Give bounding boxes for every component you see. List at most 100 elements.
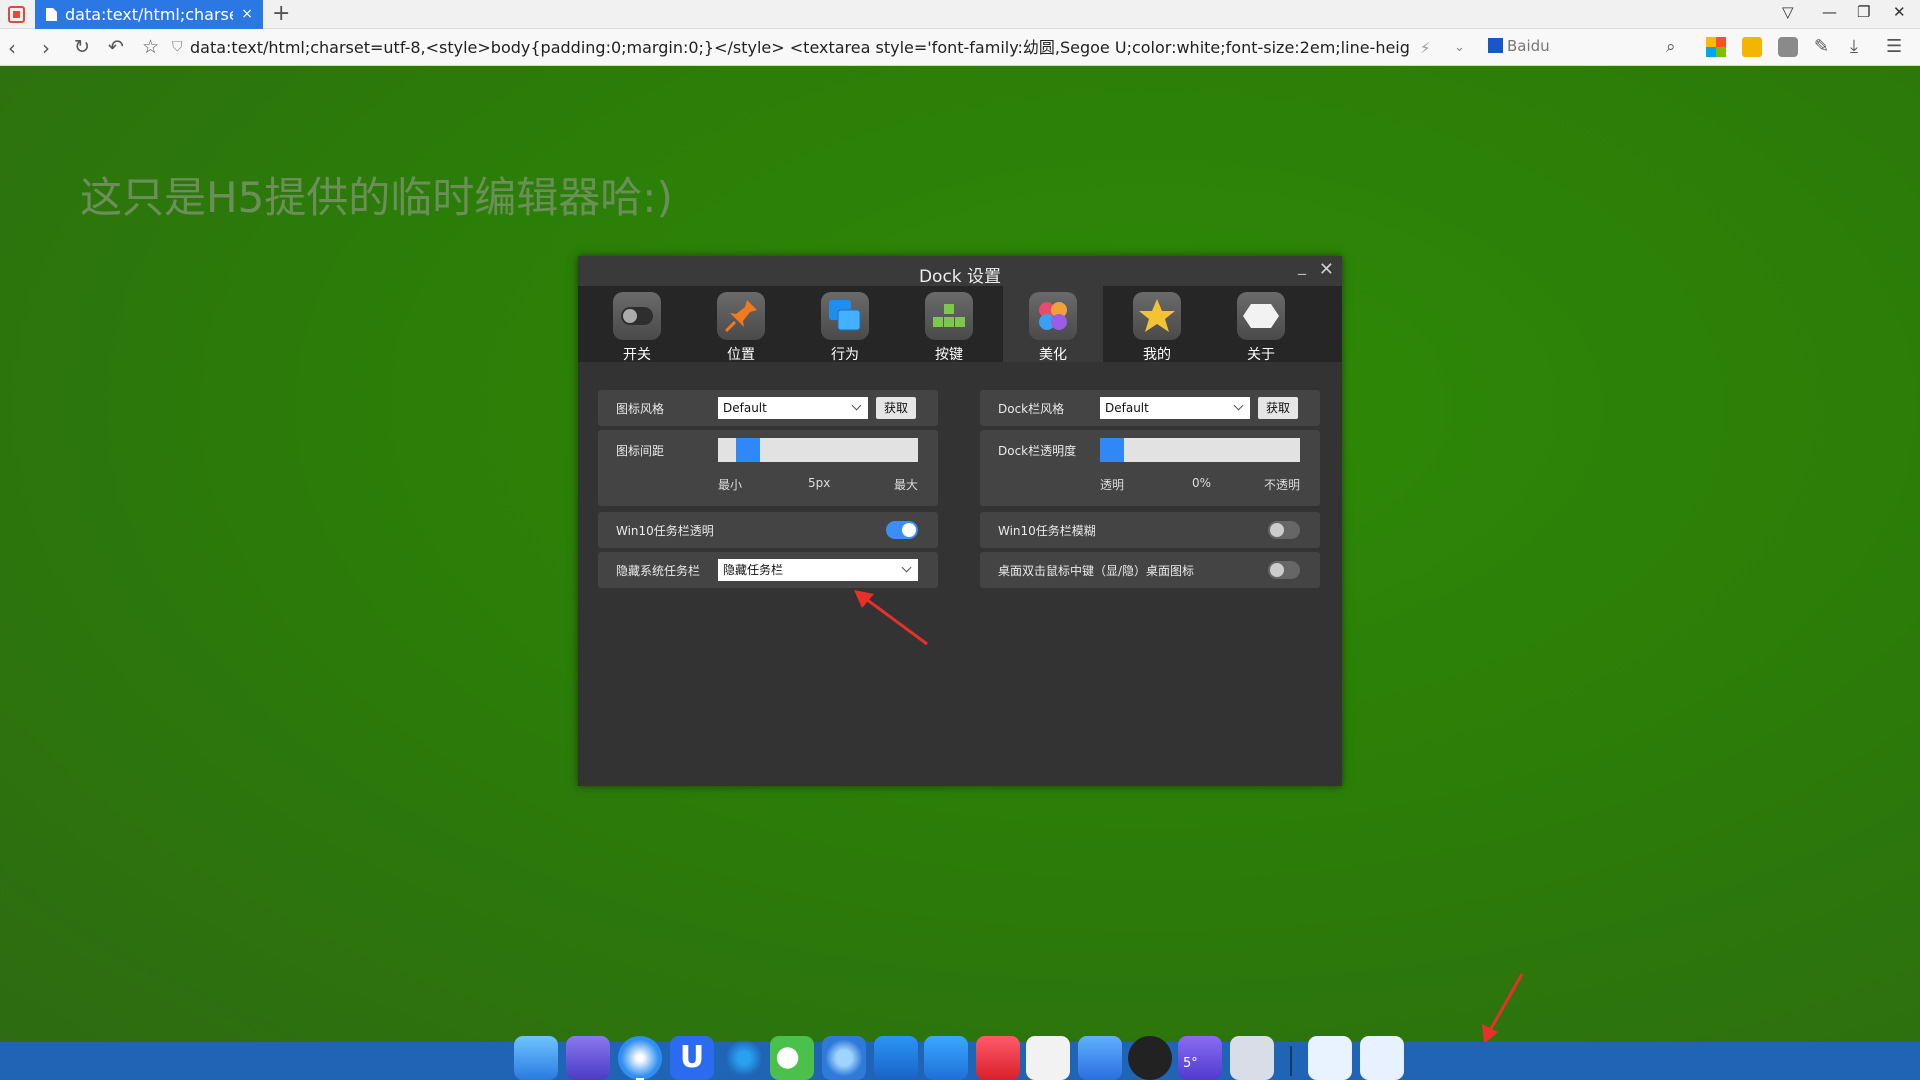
minimize-button[interactable]: _ xyxy=(1298,256,1306,275)
clock-icon[interactable] xyxy=(1128,1036,1172,1080)
tab-mine[interactable]: 我的 xyxy=(1107,286,1207,363)
appstore-icon[interactable] xyxy=(1078,1036,1122,1080)
dock-opacity-slider[interactable] xyxy=(1100,438,1300,462)
shield-icon: ⛉ xyxy=(172,39,183,55)
mail-icon[interactable] xyxy=(874,1036,918,1080)
new-tab-button[interactable]: + xyxy=(272,2,290,26)
shirt-icon[interactable]: ▽ xyxy=(1782,3,1794,21)
search-icon[interactable] xyxy=(924,1036,968,1080)
bookmark-star-icon[interactable]: ☆ xyxy=(142,36,159,58)
sidebar-icon[interactable] xyxy=(1778,37,1798,57)
menu-icon[interactable]: ☰ xyxy=(1886,36,1902,57)
chevron-down-icon xyxy=(851,400,862,411)
win10-blur-toggle[interactable] xyxy=(1268,521,1300,539)
nav-icon[interactable] xyxy=(566,1036,610,1080)
tab-close-button[interactable]: × xyxy=(241,0,253,29)
u-icon[interactable]: U xyxy=(670,1036,714,1080)
search-engine[interactable]: Baidu xyxy=(1488,37,1550,55)
recycle-icon[interactable] xyxy=(1360,1036,1404,1080)
icon-style-row: 图标风格 Default 获取 xyxy=(598,390,938,426)
finder-icon[interactable] xyxy=(514,1036,558,1080)
slider-min-label: 透明 xyxy=(1100,478,1125,492)
toggle-knob xyxy=(1270,523,1284,537)
minimize-icon[interactable]: — xyxy=(1822,3,1837,21)
icon-spacing-label: 图标间距 xyxy=(616,444,665,458)
weather-temp: 5° xyxy=(1183,1056,1198,1071)
download-icon[interactable]: ⤓ xyxy=(1850,36,1858,57)
dock-opacity-row: Dock栏透明度 透明 0% 不透明 xyxy=(980,430,1320,506)
win10-blur-row: Win10任务栏模糊 xyxy=(980,512,1320,548)
notes-icon[interactable] xyxy=(1742,37,1762,57)
close-button[interactable]: ✕ xyxy=(1319,259,1334,280)
dock-settings-dialog: Dock 设置 _ ✕ 开关 位置 行为 按键 美化 我的 关于 图标风格 De… xyxy=(578,256,1342,786)
desktop-icons-toggle[interactable] xyxy=(1268,561,1300,579)
document-icon xyxy=(46,8,57,21)
wechat-icon[interactable] xyxy=(770,1036,814,1080)
dialog-title: Dock 设置 xyxy=(918,267,1002,287)
tab-label: 行为 xyxy=(831,347,859,363)
tab-keys[interactable]: 按键 xyxy=(899,286,999,363)
address-input[interactable]: data:text/html;charset=utf-8,<style>body… xyxy=(190,36,1410,59)
browser-menu-icon[interactable] xyxy=(8,6,25,23)
hide-taskbar-select[interactable]: 隐藏任务栏 xyxy=(718,559,918,581)
icon-style-fetch-button[interactable]: 获取 xyxy=(876,397,916,419)
restore-icon[interactable]: ❐ xyxy=(1857,3,1870,21)
blocks-icon xyxy=(925,292,973,340)
browser-tabbar: data:text/html;charset= × + ▽ — ❐ ✕ xyxy=(0,0,1920,29)
forward-icon[interactable]: › xyxy=(42,36,50,60)
dock-style-select[interactable]: Default xyxy=(1100,397,1250,419)
weather-icon[interactable]: 5° xyxy=(1178,1036,1222,1080)
back-icon[interactable]: ‹ xyxy=(8,36,16,60)
dock-style-row: Dock栏风格 Default 获取 xyxy=(980,390,1320,426)
win10-transparent-label: Win10任务栏透明 xyxy=(616,524,714,538)
slider-thumb[interactable] xyxy=(736,438,760,462)
slider-value-label: 0% xyxy=(1192,476,1212,490)
chevron-down-icon xyxy=(901,562,912,573)
toggle-icon xyxy=(613,292,661,340)
apps-icon[interactable] xyxy=(1706,37,1726,57)
tab-about[interactable]: 关于 xyxy=(1211,286,1311,363)
tab-label: 开关 xyxy=(623,347,651,363)
dock-bar: U 5° xyxy=(0,1036,1920,1080)
icon-spacing-slider[interactable] xyxy=(718,438,918,462)
undo-icon[interactable]: ↶ xyxy=(108,36,124,58)
windows-icon xyxy=(821,292,869,340)
tab-label: 我的 xyxy=(1143,347,1171,363)
network-icon[interactable] xyxy=(722,1036,766,1080)
tab-behavior[interactable]: 行为 xyxy=(795,286,895,363)
slider-min-label: 最小 xyxy=(718,478,743,492)
editor-textarea[interactable]: 这只是H5提供的临时编辑器哈:) xyxy=(80,164,673,225)
star-icon xyxy=(1133,292,1181,340)
hexagon-icon xyxy=(1237,292,1285,340)
reload-icon[interactable]: ↻ xyxy=(74,36,90,58)
feather-icon[interactable]: ✎ xyxy=(1814,36,1829,57)
win10-transparent-row: Win10任务栏透明 xyxy=(598,512,938,548)
dock-style-fetch-button[interactable]: 获取 xyxy=(1258,397,1298,419)
cat-icon[interactable] xyxy=(1026,1036,1070,1080)
chat-icon[interactable] xyxy=(1308,1036,1352,1080)
icon-style-label: 图标风格 xyxy=(616,402,665,416)
hide-taskbar-label: 隐藏系统任务栏 xyxy=(616,564,701,578)
dots-icon[interactable] xyxy=(1230,1036,1274,1080)
slider-value-label: 5px xyxy=(808,476,831,490)
chevron-down-icon[interactable]: ⌄ xyxy=(1454,40,1465,55)
lightning-icon[interactable]: ⚡ xyxy=(1420,39,1431,57)
icon-style-select[interactable]: Default xyxy=(718,397,868,419)
tab-switch[interactable]: 开关 xyxy=(587,286,687,363)
tab-position[interactable]: 位置 xyxy=(691,286,791,363)
annotation-arrow xyxy=(1482,973,1524,1044)
win10-blur-label: Win10任务栏模糊 xyxy=(998,524,1096,538)
close-icon[interactable]: ✕ xyxy=(1893,3,1906,21)
palette-icon xyxy=(1029,292,1077,340)
chevron-down-icon xyxy=(1233,400,1244,411)
win10-transparent-toggle[interactable] xyxy=(886,521,918,539)
slider-max-label: 最大 xyxy=(894,478,919,492)
safari-icon[interactable] xyxy=(618,1036,662,1080)
record-icon[interactable] xyxy=(976,1036,1020,1080)
browser-tab[interactable]: data:text/html;charset= × xyxy=(35,0,263,29)
tab-label: 按键 xyxy=(935,347,963,363)
tab-beautify[interactable]: 美化 xyxy=(1003,286,1103,363)
search-icon[interactable]: ⌕ xyxy=(1666,37,1676,57)
slider-thumb[interactable] xyxy=(1100,438,1124,462)
bird-icon[interactable] xyxy=(822,1036,866,1080)
